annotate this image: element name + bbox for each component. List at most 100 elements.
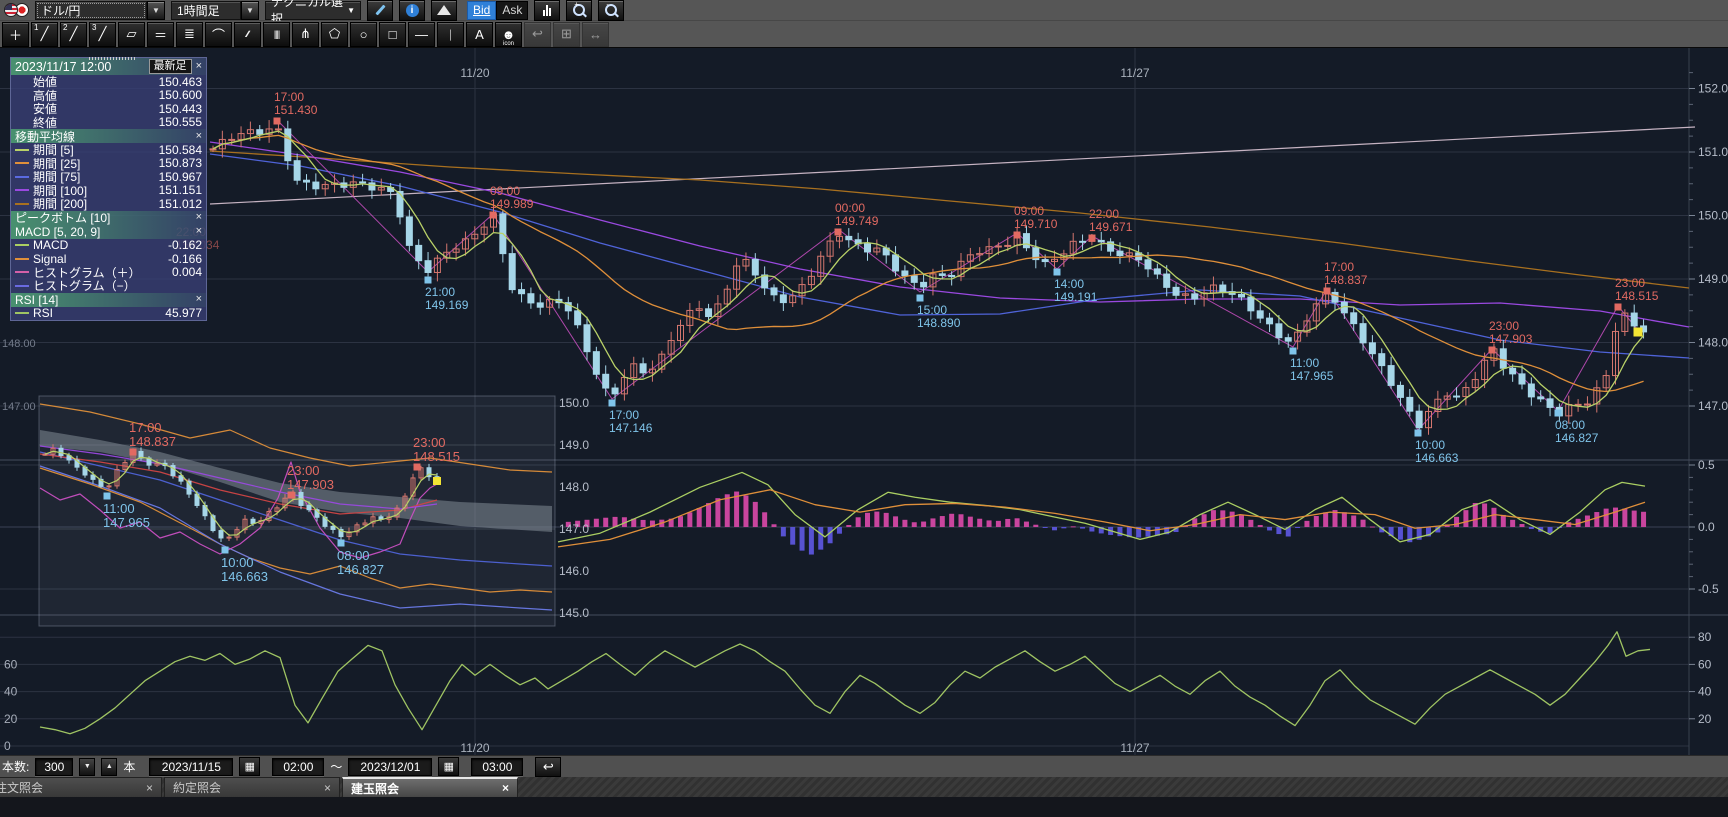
line-color-swatch [15,203,29,205]
trendline2-tool[interactable]: ╱2 [60,22,87,47]
time-to-input[interactable]: 03:00 [471,758,523,776]
main-toolbar: ドル/円 ▼ 1時間足 ▼ テクニカル選択 ▼ i Bid Ask [0,0,1728,21]
close-icon[interactable]: × [502,781,509,795]
tab-約定照会[interactable]: 約定照会× [164,777,340,797]
svg-text:08:00: 08:00 [1555,418,1585,432]
trendline1-tool[interactable]: ╱1 [31,22,58,47]
parallel-lines-2-tool[interactable]: ＝ [147,22,174,47]
bar-count-input[interactable]: 300 [35,758,73,776]
fan-lines-tool[interactable]: ∕∕∕ [234,22,261,47]
bottom-marker [338,540,345,547]
date-to-input[interactable]: 2023/12/01 [348,758,432,776]
svg-text:22:00: 22:00 [1089,207,1119,221]
tab-建玉照会[interactable]: 建玉照会× [342,777,518,797]
latest-bar-badge[interactable]: 最新足 [149,59,192,74]
svg-text:11/20: 11/20 [460,66,489,80]
reset-range-button[interactable]: ↩ [535,757,561,777]
bottom-marker [609,400,616,407]
svg-text:23:00: 23:00 [1615,276,1645,290]
technical-selector[interactable]: テクニカル選択 ▼ [265,1,361,20]
svg-text:147.965: 147.965 [1290,369,1334,383]
tab-注文照会[interactable]: 注文照会× [0,777,162,797]
peak-marker [1489,347,1496,354]
bar-chart-icon [543,5,551,16]
vertical-lines-tool[interactable]: |||| [263,22,290,47]
zoom-in-button[interactable]: + [566,0,592,21]
circle-tool[interactable]: ○ [350,22,377,47]
count-up-button[interactable]: ▲ [101,758,117,776]
svg-text:146.663: 146.663 [1415,451,1459,465]
svg-text:148.837: 148.837 [1324,273,1368,287]
svg-text:11/20: 11/20 [460,741,489,755]
svg-text:17:00: 17:00 [1324,260,1354,274]
svg-text:08:00: 08:00 [337,548,370,563]
svg-text:60: 60 [4,657,18,671]
time-from-input[interactable]: 02:00 [272,758,324,776]
svg-text:147.0: 147.0 [559,522,589,536]
indicator-info-panel[interactable]: 2023/11/17 12:00最新足×始値150.463高値150.600安値… [10,57,207,321]
bottom-marker [917,295,924,302]
range-control-bar: 本数: 300 ▼ ▲ 本 2023/11/15 ▦ 02:00 ～ 2023/… [0,755,1728,777]
chart-style-button[interactable] [431,0,457,21]
svg-text:10:00: 10:00 [221,555,254,570]
icon-stamp-tool[interactable]: ☻icon [495,22,522,47]
peak-marker [1014,232,1021,239]
inset-mini-chart[interactable]: 17:00148.83723:00147.90323:00148.51511:0… [39,396,589,626]
draw-mode-button[interactable] [367,0,393,21]
copy-tool: ⊞ [553,22,580,47]
trendline3-tool[interactable]: ╱3 [89,22,116,47]
peak-marker [490,212,497,219]
svg-text:146.663: 146.663 [221,569,268,584]
pair-selector[interactable]: ドル/円 [35,1,147,20]
pair-dropdown-button[interactable]: ▼ [147,1,165,20]
svg-text:10:00: 10:00 [1415,438,1445,452]
vertical-line-tool[interactable]: ︱ [437,22,464,47]
ask-button[interactable]: Ask [496,1,528,20]
chart-canvas[interactable]: 22:00150.03417:00151.43009:00149.98900:0… [0,0,1728,817]
panel-drag-handle[interactable] [89,57,137,60]
svg-text:17:00: 17:00 [609,408,639,422]
parallel-lines-4-tool[interactable]: ≣ [176,22,203,47]
close-icon[interactable]: × [196,131,202,142]
svg-text:09:00: 09:00 [490,184,520,198]
crosshair-tool[interactable]: ＋ [2,22,29,47]
close-icon[interactable]: × [146,781,153,795]
timeframe-selector[interactable]: 1時間足 [171,1,241,20]
svg-text:149.671: 149.671 [1089,220,1133,234]
svg-text:146.827: 146.827 [337,562,384,577]
bottom-marker [1290,348,1297,355]
svg-text:149.989: 149.989 [490,197,534,211]
close-icon[interactable]: × [196,294,202,305]
svg-text:149.749: 149.749 [835,214,879,228]
close-icon[interactable]: × [324,781,331,795]
ruler-tool[interactable]: ▱ [118,22,145,47]
svg-text:148.00: 148.00 [2,338,36,350]
svg-text:23:00: 23:00 [287,463,320,478]
close-icon[interactable]: × [196,226,202,237]
date-to-calendar-button[interactable]: ▦ [438,757,459,776]
bar-datetime: 2023/11/17 12:00 [15,60,145,74]
text-tool[interactable]: A [466,22,493,47]
chevron-down-icon: ▼ [347,6,355,15]
count-down-button[interactable]: ▼ [79,758,95,776]
close-icon[interactable]: × [196,61,202,72]
date-from-calendar-button[interactable]: ▦ [239,757,260,776]
bid-button[interactable]: Bid [467,1,496,20]
candle-chart-button[interactable] [534,0,560,21]
macd-panel [558,472,1646,554]
horizontal-line-tool[interactable]: — [408,22,435,47]
arc-tool[interactable]: ⌒ [205,22,232,47]
line-color-swatch [15,285,29,287]
pentagon-tool[interactable]: ⬠ [321,22,348,47]
zoom-out-button[interactable]: - [598,0,624,21]
svg-text:0: 0 [4,739,11,753]
date-from-input[interactable]: 2023/11/15 [149,758,233,776]
timeframe-dropdown-button[interactable]: ▼ [241,1,259,20]
svg-text:0.5: 0.5 [1698,458,1715,472]
pitchfork-tool[interactable]: ⋔ [292,22,319,47]
pair-label: ドル/円 [41,2,80,19]
info-button[interactable]: i [399,0,425,21]
rectangle-tool[interactable]: □ [379,22,406,47]
calendar-icon: ▦ [245,760,255,773]
close-icon[interactable]: × [196,212,202,223]
